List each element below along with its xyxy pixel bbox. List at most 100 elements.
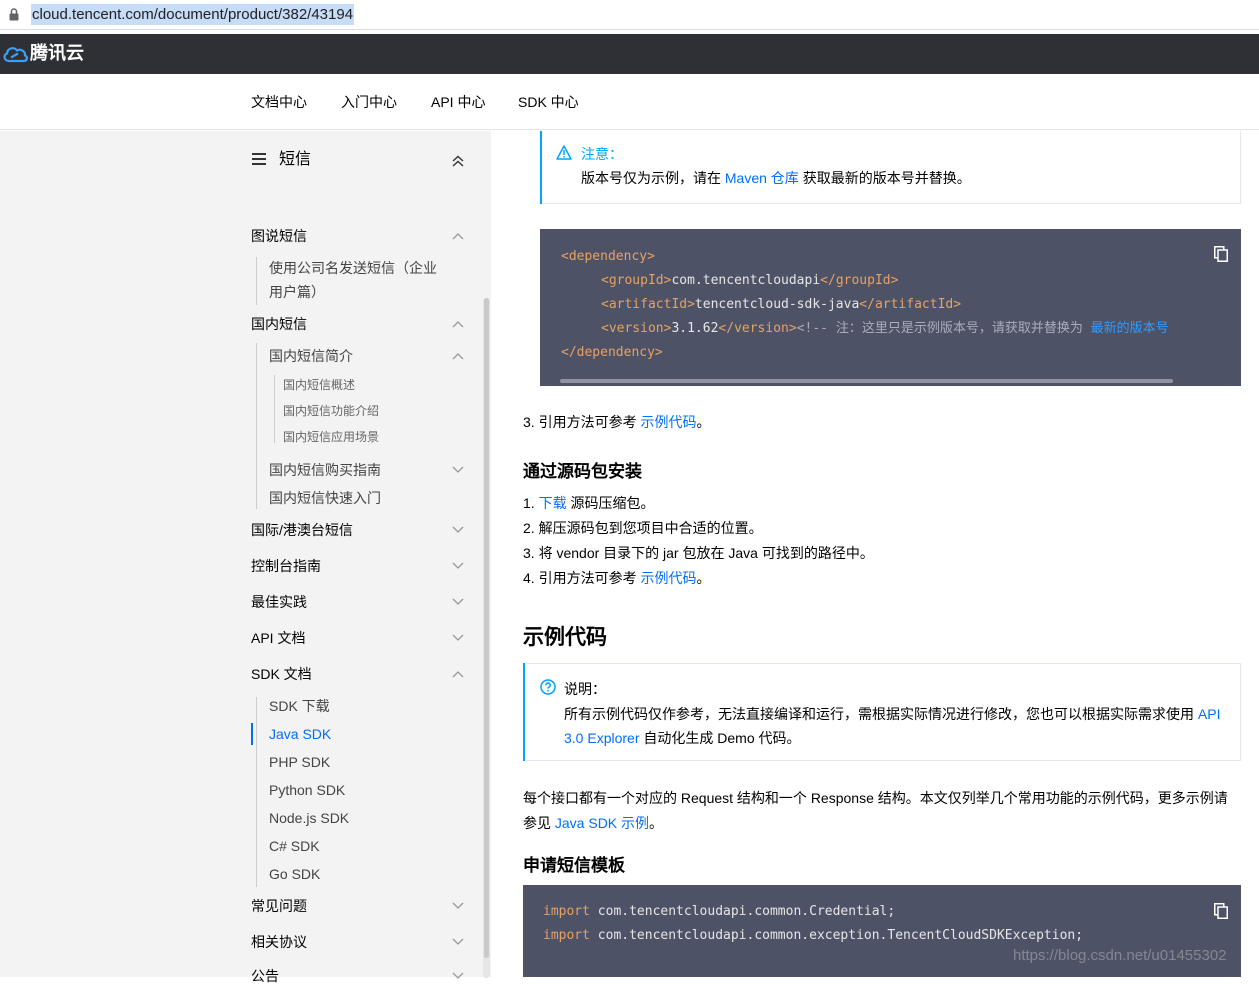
doc-nav: 文档中心 入门中心 API 中心 SDK 中心: [0, 74, 1259, 130]
sidebar-item-overview[interactable]: 国内短信概述: [283, 377, 355, 393]
chevron-down-icon[interactable]: [452, 526, 464, 534]
chevron-down-icon[interactable]: [452, 598, 464, 606]
request-response-paragraph-line2: 参见 Java SDK 示例。: [523, 814, 663, 832]
sidebar-item-csharp-sdk[interactable]: C# SDK: [269, 838, 320, 854]
sidebar-item-domestic-intro[interactable]: 国内短信简介: [269, 348, 353, 364]
step-end: 。: [696, 570, 711, 586]
maven-repo-link[interactable]: Maven 仓库: [725, 170, 799, 186]
sidebar-item-console-guide[interactable]: 控制台指南: [251, 558, 321, 574]
sidebar-item-faq[interactable]: 常见问题: [251, 898, 307, 914]
chevron-up-icon[interactable]: [452, 670, 464, 678]
watermark: https://blog.csdn.net/u01455302: [1013, 947, 1227, 964]
main-content: 注意： 版本号仅为示例，请在 Maven 仓库 获取最新的版本号并替换。 <de…: [491, 131, 1259, 977]
chevron-down-icon[interactable]: [452, 466, 464, 474]
sidebar-item-quick-start[interactable]: 国内短信快速入门: [269, 490, 381, 506]
java-sdk-examples-link[interactable]: Java SDK 示例: [555, 815, 649, 831]
code-token: <groupId>: [601, 273, 672, 288]
copy-icon[interactable]: [1214, 246, 1228, 262]
sidebar-item-international[interactable]: 国际/港澳台短信: [251, 522, 353, 538]
chevron-up-icon[interactable]: [452, 232, 464, 240]
code-scrollbar[interactable]: [560, 379, 1173, 383]
code-token: <artifactId>: [601, 297, 695, 312]
step-number: 1.: [523, 495, 539, 511]
sidebar-item-java-sdk[interactable]: Java SDK: [269, 726, 331, 742]
section-heading-example-code: 示例代码: [523, 626, 607, 649]
latest-version-link[interactable]: 最新的版本号: [1091, 321, 1169, 336]
notice-accent-bar: [540, 131, 542, 204]
code-comment: <!-- 注：这里只是示例版本号，请获取并替换为: [796, 321, 1083, 336]
notice-text: 获取最新的版本号并替换。: [798, 170, 971, 186]
chevron-down-icon[interactable]: [452, 562, 464, 570]
notice-accent-bar: [523, 663, 525, 761]
api-explorer-link[interactable]: API: [1198, 706, 1221, 722]
browser-address-bar[interactable]: cloud.tencent.com/document/product/382/4…: [0, 0, 1259, 30]
sample-code-link[interactable]: 示例代码: [640, 570, 696, 586]
info-text: 所有示例代码仅作参考，无法直接编译和运行，需根据实际情况进行修改，您也可以根据实…: [564, 706, 1198, 722]
collapse-all-icon[interactable]: [452, 155, 464, 167]
sidebar-item-best-practices[interactable]: 最佳实践: [251, 594, 307, 610]
request-response-paragraph-line1: 每个接口都有一个对应的 Request 结构和一个 Response 结构。本文…: [523, 790, 1228, 806]
sidebar-item-scenarios[interactable]: 国内短信应用场景: [283, 429, 379, 445]
nav-api-center[interactable]: API 中心: [431, 94, 485, 110]
logo-text[interactable]: 腾讯云: [30, 43, 84, 65]
code-token: <dependency>: [561, 249, 655, 264]
step3-paragraph: 3. 引用方法可参考 示例代码。: [523, 413, 710, 431]
chevron-up-icon[interactable]: [452, 352, 464, 360]
sidebar-item-company-name-line2[interactable]: 用户篇）: [269, 284, 325, 300]
sidebar-scrollbar-thumb[interactable]: [484, 298, 489, 958]
chevron-up-icon[interactable]: [452, 320, 464, 328]
lock-icon: [9, 8, 19, 21]
download-link[interactable]: 下载: [539, 495, 567, 511]
url-text[interactable]: cloud.tencent.com/document/product/382/4…: [31, 4, 355, 25]
code-token: <version>: [601, 321, 672, 336]
chevron-down-icon[interactable]: [452, 634, 464, 642]
nav-doc-center[interactable]: 文档中心: [251, 94, 307, 110]
chevron-down-icon[interactable]: [452, 938, 464, 946]
sidebar-item-api-docs[interactable]: API 文档: [251, 630, 305, 646]
sidebar-item-nodejs-sdk[interactable]: Node.js SDK: [269, 810, 349, 826]
sidebar-item-sdk-download[interactable]: SDK 下载: [269, 698, 330, 714]
code-block-maven: <dependency> <groupId>com.tencentcloudap…: [540, 229, 1241, 386]
source-step4: 4. 引用方法可参考 示例代码。: [523, 569, 710, 587]
sidebar-item-domestic-sms[interactable]: 国内短信: [251, 316, 307, 332]
tencent-cloud-logo-icon[interactable]: [2, 44, 28, 64]
menu-icon[interactable]: [252, 153, 266, 165]
chevron-down-icon[interactable]: [452, 972, 464, 980]
info-line1: 所有示例代码仅作参考，无法直接编译和运行，需根据实际情况进行修改，您也可以根据实…: [564, 702, 1220, 726]
sidebar-item-purchase-guide[interactable]: 国内短信购买指南: [269, 462, 381, 478]
tree-guide-line: [256, 257, 257, 305]
sidebar-item-php-sdk[interactable]: PHP SDK: [269, 754, 330, 770]
sidebar-item-agreements[interactable]: 相关协议: [251, 934, 307, 950]
copy-icon[interactable]: [1214, 903, 1228, 919]
info-title: 说明：: [564, 681, 606, 697]
nav-getting-started[interactable]: 入门中心: [341, 94, 397, 110]
nav-sdk-center[interactable]: SDK 中心: [518, 94, 579, 110]
code-token: com.tencentcloudapi.common.Credential;: [589, 904, 896, 919]
sidebar-item-python-sdk[interactable]: Python SDK: [269, 782, 345, 798]
sidebar-item-tushuo[interactable]: 图说短信: [251, 228, 307, 244]
step3-end: 。: [696, 414, 711, 430]
para-text: 参见: [523, 815, 555, 831]
sidebar-item-company-name-line1[interactable]: 使用公司名发送短信（企业: [269, 260, 437, 276]
code-keyword: import: [543, 904, 590, 919]
code-token: com.tencentcloudapi: [671, 273, 821, 288]
sidebar-item-go-sdk[interactable]: Go SDK: [269, 866, 320, 882]
warning-icon: [556, 145, 572, 160]
notice-box: 注意： 版本号仅为示例，请在 Maven 仓库 获取最新的版本号并替换。: [540, 131, 1241, 204]
sidebar-item-features[interactable]: 国内短信功能介绍: [283, 403, 379, 419]
info-line2: 3.0 Explorer 自动化生成 Demo 代码。: [564, 726, 801, 750]
source-step2: 2. 解压源码包到您项目中合适的位置。: [523, 520, 763, 536]
api-explorer-link[interactable]: 3.0 Explorer: [564, 730, 639, 746]
notice-title: 注意：: [581, 146, 623, 162]
sample-code-link[interactable]: 示例代码: [640, 414, 696, 430]
chevron-down-icon[interactable]: [452, 902, 464, 910]
section-heading-template: 申请短信模板: [523, 856, 625, 875]
sidebar-item-announcements[interactable]: 公告: [251, 968, 279, 984]
code-token: </groupId>: [820, 273, 899, 288]
sidebar-title: 短信: [279, 151, 312, 168]
notice-text: 版本号仅为示例，请在: [581, 170, 725, 186]
sidebar-item-sdk-docs[interactable]: SDK 文档: [251, 666, 312, 682]
code-token: com.tencentcloudapi.common.exception.Ten…: [589, 928, 1084, 943]
source-step1: 1. 下载 源码压缩包。: [523, 494, 654, 512]
step3-text: 3. 引用方法可参考: [523, 414, 641, 430]
